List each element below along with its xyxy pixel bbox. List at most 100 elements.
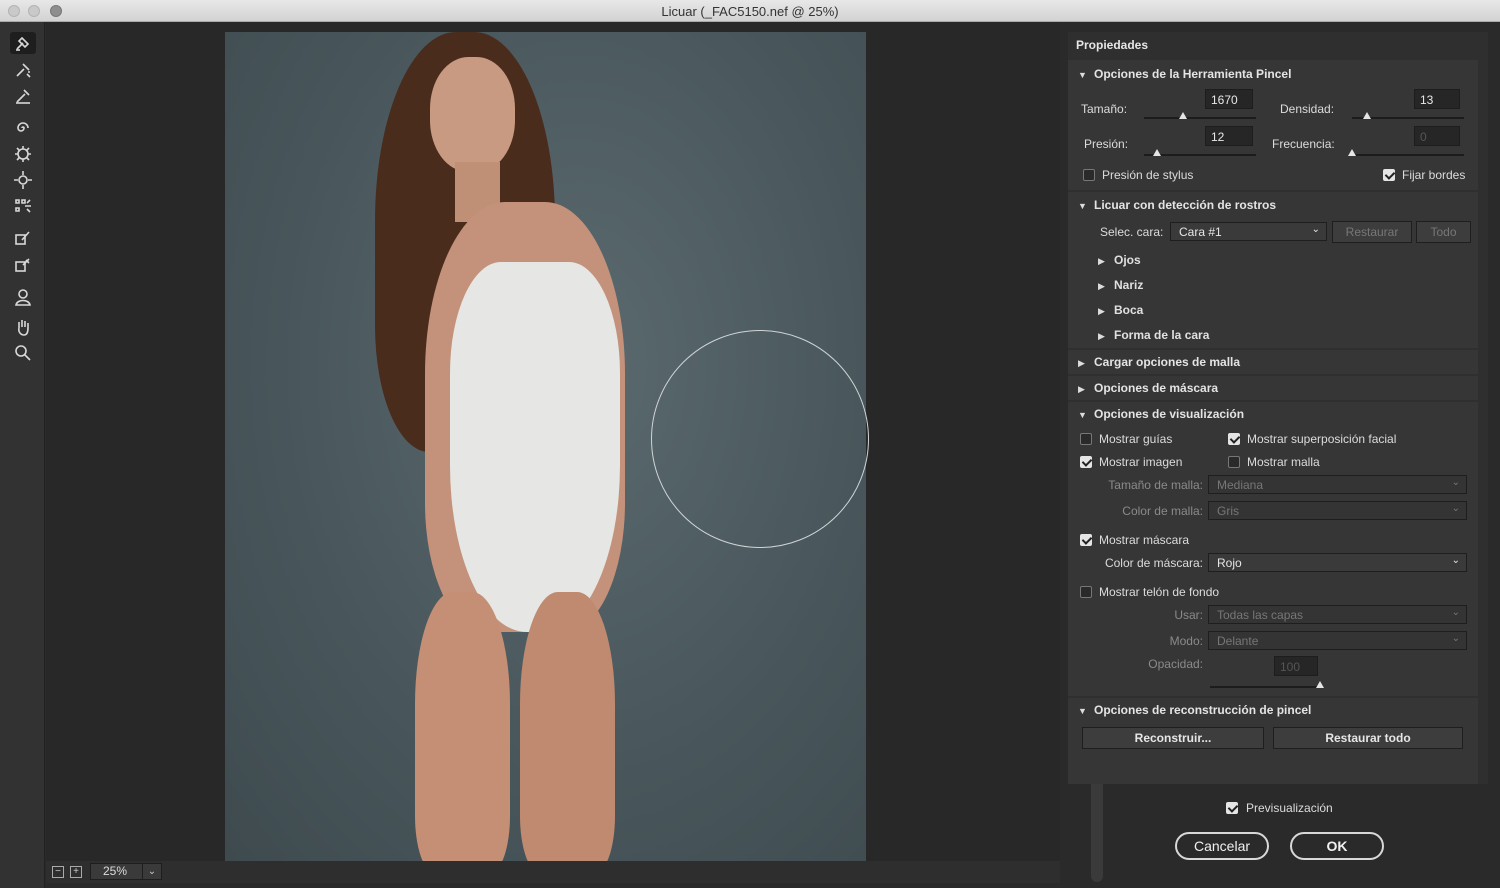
figure-leg-left <box>415 592 510 862</box>
show-backdrop-checkbox[interactable] <box>1080 586 1092 598</box>
push-left-icon[interactable] <box>10 195 36 217</box>
preview-checkbox[interactable] <box>1226 802 1238 814</box>
mesh-size-dropdown[interactable]: Mediana ⌄ <box>1208 475 1467 494</box>
bloat-icon[interactable] <box>10 169 36 191</box>
select-face-dropdown[interactable]: Cara #1 ⌄ <box>1170 222 1327 241</box>
show-mask-checkbox[interactable] <box>1080 534 1092 546</box>
thaw-mask-icon[interactable] <box>10 254 36 276</box>
select-face-value: Cara #1 <box>1179 225 1222 239</box>
pressure-label: Presión: <box>1084 137 1129 151</box>
mode-label: Modo: <box>1169 634 1203 648</box>
pressure-slider[interactable] <box>1144 149 1256 156</box>
rate-slider-thumb[interactable] <box>1348 149 1356 156</box>
triangle-right-icon: ▶ <box>1098 256 1105 266</box>
density-slider-thumb[interactable] <box>1362 112 1371 119</box>
view-options-header[interactable]: ▼ Opciones de visualización <box>1078 407 1244 421</box>
mesh-color-dropdown[interactable]: Gris ⌄ <box>1208 501 1467 520</box>
pressure-slider-thumb[interactable] <box>1153 149 1162 156</box>
size-slider[interactable] <box>1144 112 1256 119</box>
face-item-nose[interactable]: ▶ Nariz <box>1098 278 1143 292</box>
reconstruct-options-header[interactable]: ▼ Opciones de reconstrucción de pincel <box>1078 703 1311 717</box>
restore-all-button[interactable]: Restaurar todo <box>1273 727 1463 749</box>
status-bar: − + 25% ⌄ <box>46 861 1060 883</box>
chevron-down-icon: ⌄ <box>1311 224 1320 235</box>
size-slider-thumb[interactable] <box>1179 112 1188 119</box>
show-mask-label: Mostrar máscara <box>1099 533 1190 547</box>
hand-icon[interactable] <box>10 316 36 338</box>
zoom-in-button[interactable]: + <box>70 866 82 878</box>
show-image-label: Mostrar imagen <box>1099 455 1183 469</box>
show-mesh-label: Mostrar malla <box>1247 455 1320 469</box>
density-input[interactable]: 13 <box>1414 89 1460 109</box>
pressure-input[interactable]: 12 <box>1205 126 1253 146</box>
load-mesh-header[interactable]: ▶ Cargar opciones de malla <box>1078 355 1240 369</box>
rate-input[interactable]: 0 <box>1414 126 1460 146</box>
opacity-input[interactable]: 100 <box>1274 656 1318 676</box>
mesh-size-value: Mediana <box>1217 478 1264 492</box>
triangle-right-icon: ▶ <box>1098 281 1105 291</box>
brush-options-header[interactable]: ▼ Opciones de la Herramienta Pincel <box>1078 67 1291 81</box>
show-face-overlay-checkbox[interactable] <box>1228 433 1240 445</box>
triangle-down-icon: ▼ <box>1078 70 1087 80</box>
size-input[interactable]: 1670 <box>1205 89 1253 109</box>
triangle-right-icon: ▶ <box>1078 384 1085 394</box>
freeze-mask-icon[interactable] <box>10 227 36 249</box>
ok-button[interactable]: OK <box>1290 832 1384 860</box>
show-image-checkbox[interactable] <box>1080 456 1092 468</box>
reset-face-button[interactable]: Restaurar <box>1332 221 1412 243</box>
mask-color-label: Color de máscara: <box>1104 556 1203 570</box>
pin-edges-label: Fijar bordes <box>1402 168 1466 182</box>
reconstruct-icon[interactable] <box>10 59 36 81</box>
chevron-down-icon: ⌄ <box>1451 607 1460 618</box>
density-slider[interactable] <box>1352 112 1464 119</box>
use-dropdown[interactable]: Todas las capas ⌄ <box>1208 605 1467 624</box>
tool-bar <box>0 22 45 888</box>
twirl-icon[interactable] <box>10 117 36 139</box>
window-title: Licuar (_FAC5150.nef @ 25%) <box>661 4 839 19</box>
opacity-label: Opacidad: <box>1148 657 1203 671</box>
face-tool-icon[interactable] <box>10 286 36 308</box>
face-item-face-shape[interactable]: ▶ Forma de la cara <box>1098 328 1209 342</box>
opacity-slider[interactable] <box>1210 681 1324 688</box>
show-face-overlay-label: Mostrar superposición facial <box>1247 432 1397 446</box>
reset-all-face-button[interactable]: Todo <box>1416 221 1471 243</box>
face-item-eyes[interactable]: ▶ Ojos <box>1098 253 1141 267</box>
chevron-down-icon[interactable]: ⌄ <box>142 863 162 880</box>
zoom-icon[interactable] <box>10 342 36 364</box>
face-item-mouth[interactable]: ▶ Boca <box>1098 303 1143 317</box>
cancel-button[interactable]: Cancelar <box>1175 832 1269 860</box>
zoom-out-button[interactable]: − <box>52 866 64 878</box>
face-aware-header[interactable]: ▼ Licuar con detección de rostros <box>1078 198 1276 212</box>
density-label: Densidad: <box>1280 102 1335 116</box>
face-aware-section: ▼ Licuar con detección de rostros Selec. … <box>1068 192 1478 348</box>
rate-slider[interactable] <box>1348 149 1464 156</box>
size-label: Tamaño: <box>1081 102 1128 116</box>
mode-dropdown[interactable]: Delante ⌄ <box>1208 631 1467 650</box>
triangle-right-icon: ▶ <box>1098 306 1105 316</box>
select-face-label: Selec. cara: <box>1100 225 1164 239</box>
preview-label: Previsualización <box>1246 801 1333 815</box>
show-guides-checkbox[interactable] <box>1080 433 1092 445</box>
pin-edges-checkbox[interactable] <box>1383 169 1395 181</box>
smooth-icon[interactable] <box>10 85 36 107</box>
figure-leg-right <box>520 592 615 862</box>
forward-warp-icon[interactable] <box>10 32 36 54</box>
triangle-down-icon: ▼ <box>1078 706 1087 716</box>
chevron-down-icon: ⌄ <box>1451 633 1460 644</box>
chevron-down-icon: ⌄ <box>1451 555 1460 566</box>
mask-options-section: ▶ Opciones de máscara <box>1068 376 1478 400</box>
title-bar: Licuar (_FAC5150.nef @ 25%) <box>0 0 1500 22</box>
pucker-icon[interactable] <box>10 143 36 165</box>
panel-title: Propiedades <box>1076 38 1149 52</box>
show-mesh-checkbox[interactable] <box>1228 456 1240 468</box>
stylus-pressure-checkbox[interactable] <box>1083 169 1095 181</box>
opacity-slider-thumb[interactable] <box>1316 681 1324 688</box>
preview-canvas[interactable] <box>46 22 1103 882</box>
mask-options-header[interactable]: ▶ Opciones de máscara <box>1078 381 1218 395</box>
mesh-color-label: Color de malla: <box>1122 504 1203 518</box>
properties-panel: Propiedades ▼ Opciones de la Herramienta … <box>1068 32 1488 784</box>
reconstruct-button[interactable]: Reconstruir... <box>1082 727 1264 749</box>
brush-options-section: ▼ Opciones de la Herramienta Pincel Tamañ… <box>1068 60 1478 190</box>
brush-cursor <box>651 330 869 548</box>
mask-color-dropdown[interactable]: Rojo ⌄ <box>1208 553 1467 572</box>
